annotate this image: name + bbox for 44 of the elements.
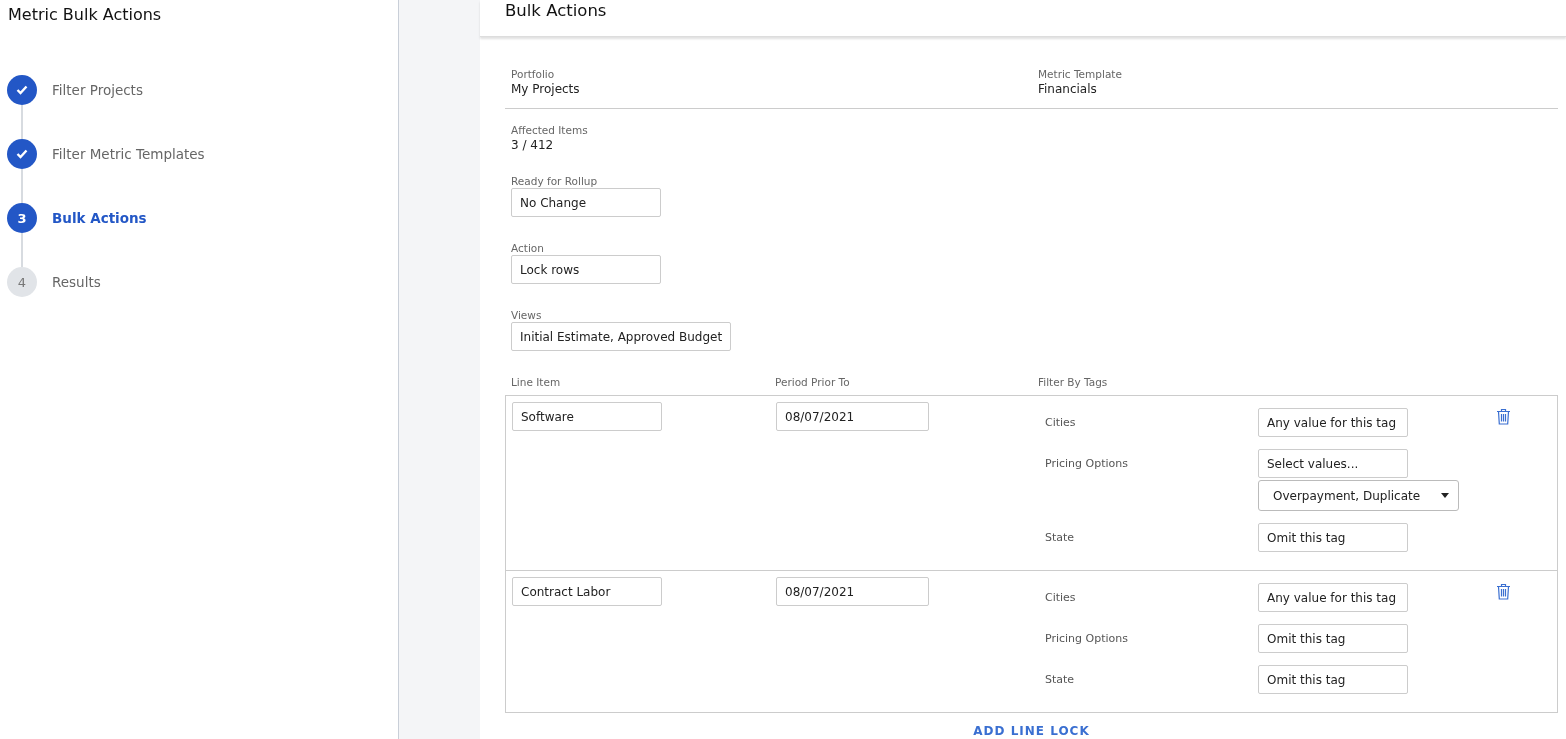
field-label: Action xyxy=(511,241,545,255)
tag-value-field[interactable]: Omit this tag xyxy=(1258,624,1408,653)
step-label[interactable]: Bulk Actions xyxy=(52,210,147,226)
step-number: 4 xyxy=(7,267,37,297)
tag-label: Pricing Options xyxy=(1045,631,1129,647)
field-label: Ready for Rollup xyxy=(511,174,599,188)
date-field[interactable]: 08/07/2021 xyxy=(776,577,929,606)
page-title: Bulk Actions xyxy=(505,1,607,20)
date-field[interactable]: 08/07/2021 xyxy=(776,402,929,431)
field-label: Views xyxy=(511,308,543,322)
tag-value-field[interactable]: Omit this tag xyxy=(1258,665,1408,694)
tag-label: Pricing Options xyxy=(1045,456,1129,472)
tag-dropdown[interactable]: Overpayment, Duplicate xyxy=(1258,480,1459,511)
step-label[interactable]: Results xyxy=(52,274,101,290)
affected-label: Affected Items xyxy=(511,123,589,137)
tag-value-field[interactable]: Any value for this tag xyxy=(1258,408,1408,437)
tag-label: Cities xyxy=(1045,415,1077,431)
caret-icon xyxy=(1441,493,1449,498)
summary-label: Portfolio xyxy=(511,67,556,81)
affected-value: 3 / 412 xyxy=(511,137,555,154)
column-header: Filter By Tags xyxy=(1038,375,1109,389)
summary-value: My Projects xyxy=(511,81,581,98)
tag-value-field[interactable]: Select values... xyxy=(1258,449,1408,478)
step-number: 3 xyxy=(7,203,37,233)
sidebar-title: Metric Bulk Actions xyxy=(7,4,163,26)
tag-value-field[interactable]: Any value for this tag xyxy=(1258,583,1408,612)
tag-label: Cities xyxy=(1045,590,1077,606)
add-line-lock-button[interactable]: ADD LINE LOCK xyxy=(967,723,1096,739)
tag-label: State xyxy=(1045,530,1076,546)
line-item-field[interactable]: Software xyxy=(512,402,662,431)
step-label[interactable]: Filter Projects xyxy=(52,82,143,98)
tag-label: State xyxy=(1045,672,1076,688)
select-field[interactable]: No Change xyxy=(511,188,661,217)
trash-icon[interactable] xyxy=(1496,408,1511,425)
line-item-field[interactable]: Contract Labor xyxy=(512,577,662,606)
column-header: Line Item xyxy=(511,375,562,389)
column-header: Period Prior To xyxy=(775,375,851,389)
trash-icon[interactable] xyxy=(1496,583,1511,600)
summary-value: Financials xyxy=(1038,81,1098,98)
select-field[interactable]: Lock rows xyxy=(511,255,661,284)
select-field[interactable]: Initial Estimate, Approved Budget xyxy=(511,322,732,351)
step-label[interactable]: Filter Metric Templates xyxy=(52,146,205,162)
tag-value-field[interactable]: Omit this tag xyxy=(1258,523,1408,552)
summary-label: Metric Template xyxy=(1038,67,1123,81)
